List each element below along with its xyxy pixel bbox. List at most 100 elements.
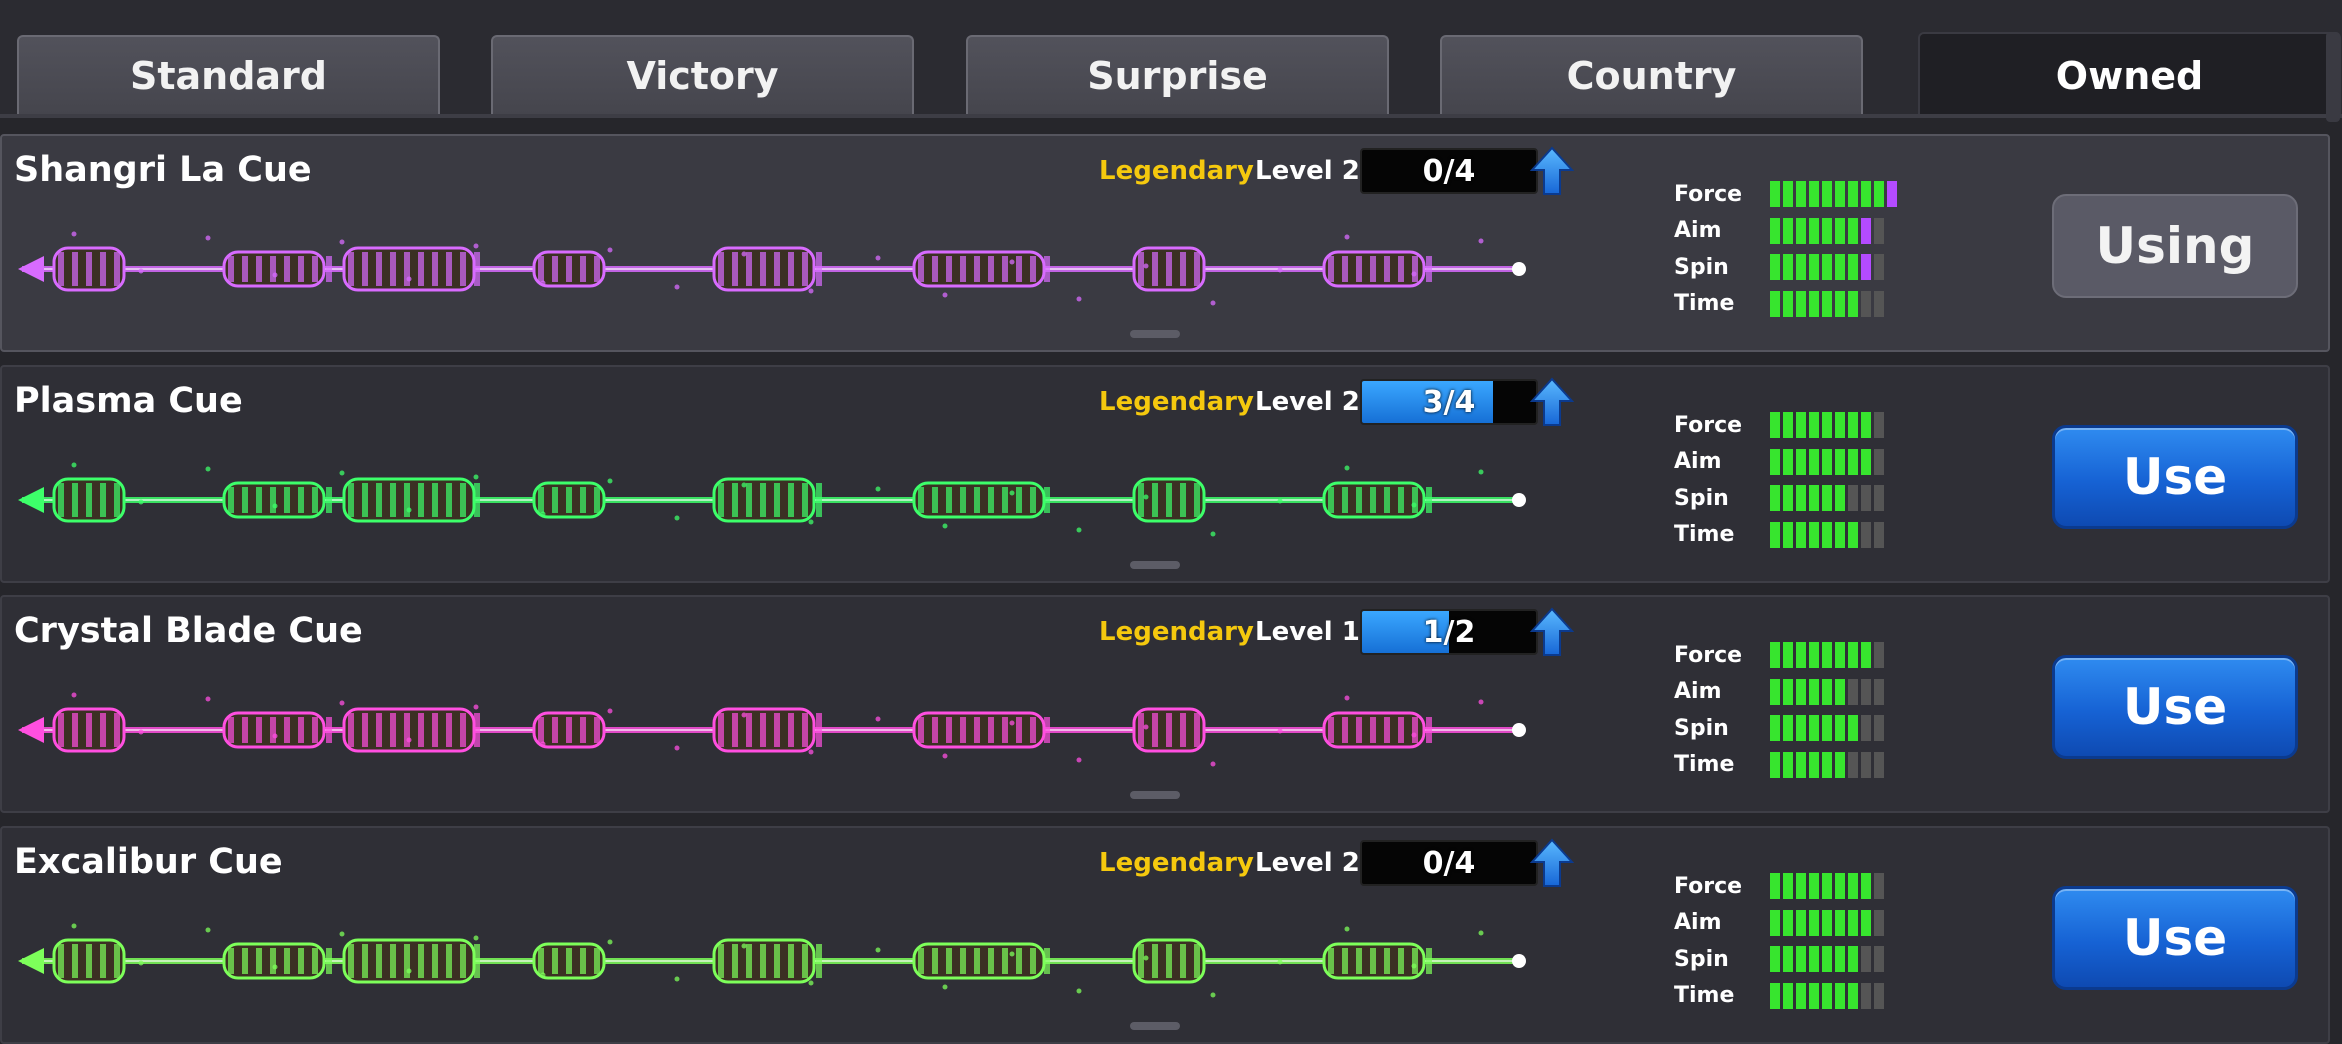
stat-label: Force (1674, 412, 1743, 438)
stat-segment (1809, 448, 1819, 475)
stat-segment (1861, 715, 1871, 742)
stat-bar (1770, 290, 1884, 317)
stat-segment (1848, 642, 1858, 669)
stat-row: Time (1674, 747, 1884, 784)
stat-segment (1861, 448, 1871, 475)
stat-segment (1861, 485, 1871, 512)
stat-segment (1835, 448, 1845, 475)
stat-segment (1835, 290, 1845, 317)
stat-segment (1874, 982, 1884, 1009)
stat-row: Aim (1674, 444, 1884, 481)
stat-label: Aim (1674, 679, 1722, 705)
drag-handle[interactable] (1130, 561, 1180, 569)
level-label: Level 2 (1255, 387, 1360, 417)
tab-standard[interactable]: Standard (17, 35, 440, 114)
stat-segment (1835, 521, 1845, 548)
stat-segment (1796, 909, 1806, 936)
stat-segment (1822, 254, 1832, 281)
stat-segment (1861, 642, 1871, 669)
stat-segment (1796, 715, 1806, 742)
tab-victory[interactable]: Victory (491, 35, 914, 114)
level-label: Level 2 (1255, 848, 1360, 878)
stat-segment (1783, 254, 1793, 281)
stat-segment (1770, 909, 1780, 936)
stat-segment (1861, 290, 1871, 317)
use-cue-button[interactable]: Use (2052, 425, 2298, 529)
stat-label: Time (1674, 522, 1735, 548)
upgrade-arrow-icon[interactable] (1530, 146, 1574, 196)
stat-segment (1874, 485, 1884, 512)
stat-segment (1770, 181, 1780, 208)
stat-segment (1809, 909, 1819, 936)
stat-segment (1783, 751, 1793, 778)
stat-segment (1770, 521, 1780, 548)
stat-segment (1822, 290, 1832, 317)
stat-segment (1796, 412, 1806, 439)
cue-stats: Force Aim Spin Time (1674, 868, 1884, 1014)
stat-segment (1822, 751, 1832, 778)
stat-segment (1874, 521, 1884, 548)
stat-segment (1874, 715, 1884, 742)
cue-row[interactable]: Excalibur Cue Legendary Level 2 0/4 Forc… (0, 826, 2330, 1044)
use-cue-button[interactable]: Use (2052, 655, 2298, 759)
stat-label: Time (1674, 752, 1735, 778)
stat-label: Aim (1674, 218, 1722, 244)
use-cue-button[interactable]: Use (2052, 886, 2298, 990)
stat-row: Spin (1674, 480, 1884, 517)
drag-handle[interactable] (1130, 791, 1180, 799)
stat-bar (1770, 873, 1884, 900)
stat-segment (1783, 678, 1793, 705)
stat-segment (1796, 521, 1806, 548)
stat-segment (1822, 715, 1832, 742)
stat-row: Aim (1674, 213, 1897, 250)
stat-segment (1835, 254, 1845, 281)
stat-segment (1822, 873, 1832, 900)
stat-segment (1835, 485, 1845, 512)
upgrade-arrow-icon[interactable] (1530, 838, 1574, 888)
stat-segment (1861, 982, 1871, 1009)
drag-handle[interactable] (1130, 1022, 1180, 1030)
stat-segment (1874, 946, 1884, 973)
stat-bar (1770, 678, 1884, 705)
upgrade-arrow-icon[interactable] (1530, 607, 1574, 657)
tab-owned[interactable]: Owned (1918, 32, 2341, 118)
drag-handle[interactable] (1130, 330, 1180, 338)
progress-text: 1/2 (1422, 614, 1476, 650)
stat-segment (1848, 946, 1858, 973)
stat-segment (1809, 946, 1819, 973)
stat-segment (1874, 448, 1884, 475)
stat-segment (1770, 946, 1780, 973)
upgrade-arrow-icon[interactable] (1530, 377, 1574, 427)
stat-segment (1848, 217, 1858, 244)
stat-segment (1783, 982, 1793, 1009)
scroll-indicator[interactable] (2326, 32, 2340, 122)
tab-surprise[interactable]: Surprise (966, 35, 1389, 114)
stat-segment (1848, 909, 1858, 936)
stat-segment (1874, 217, 1884, 244)
stat-bar (1770, 448, 1884, 475)
stat-row: Force (1674, 637, 1884, 674)
stat-segment (1809, 873, 1819, 900)
stat-segment (1770, 254, 1780, 281)
cue-artwork (18, 462, 1526, 537)
stat-label: Aim (1674, 449, 1722, 475)
using-cue-button[interactable]: Using (2052, 194, 2298, 298)
stat-segment (1783, 290, 1793, 317)
cue-name: Shangri La Cue (14, 150, 312, 190)
stat-label: Spin (1674, 485, 1729, 511)
stat-segment (1822, 217, 1832, 244)
cue-row[interactable]: Plasma Cue Legendary Level 2 3/4 Force Ai… (0, 365, 2330, 583)
stat-segment (1835, 678, 1845, 705)
cue-row[interactable]: Shangri La Cue Legendary Level 2 0/4 For… (0, 134, 2330, 352)
cue-artwork (18, 231, 1526, 306)
stat-segment (1822, 642, 1832, 669)
tab-country[interactable]: Country (1440, 35, 1863, 114)
stat-segment (1770, 448, 1780, 475)
stat-bar (1770, 485, 1884, 512)
stat-segment (1809, 715, 1819, 742)
cue-row[interactable]: Crystal Blade Cue Legendary Level 1 1/2 … (0, 595, 2330, 813)
stat-segment (1861, 946, 1871, 973)
stat-segment (1796, 254, 1806, 281)
stat-segment (1796, 217, 1806, 244)
stat-segment (1809, 217, 1819, 244)
